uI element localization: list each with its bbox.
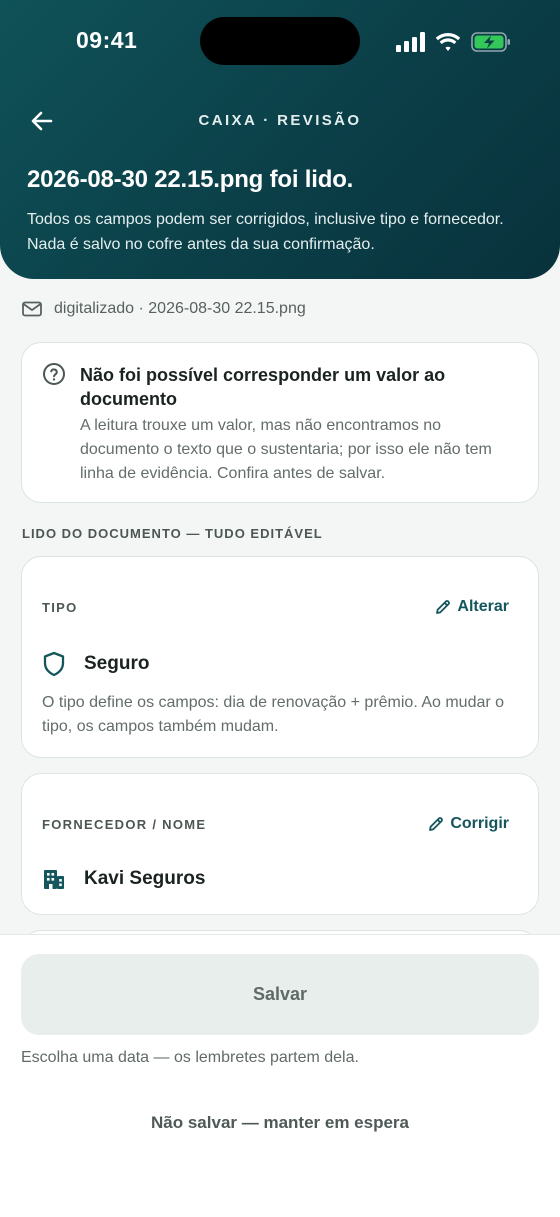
evidence-alert-card: Não foi possível corresponder um valor a… <box>21 342 539 503</box>
building-icon <box>44 870 64 889</box>
vendor-field-label: FORNECEDOR / NOME <box>42 817 207 832</box>
question-circle-icon <box>43 363 65 385</box>
type-hint: O tipo define os campos: dia de renovaçã… <box>42 694 505 735</box>
status-icons <box>396 28 511 56</box>
type-value: Seguro <box>42 651 149 677</box>
vendor-value: Kavi Seguros <box>42 868 205 890</box>
alert-title: Não foi possível corresponder um valor a… <box>80 365 446 409</box>
battery-charging-icon <box>471 32 510 52</box>
keep-on-hold-button[interactable]: Não salvar — manter em espera <box>0 1113 560 1133</box>
save-helper-text: Escolha uma data — os lembretes partem d… <box>21 1049 359 1066</box>
page-title: 2026-08-30 22.15.png foi lido. <box>27 166 354 193</box>
save-button[interactable]: Salvar <box>21 954 539 1035</box>
nav-title: CAIXA · REVISÃO <box>198 112 362 129</box>
action-sheet: Salvar Escolha uma data — os lembretes p… <box>0 934 560 1217</box>
type-field-label: TIPO <box>42 600 78 615</box>
vendor-field-card: FORNECEDOR / NOME Corrigir Kavi Seguros <box>21 773 539 915</box>
correct-vendor-label: Corrigir <box>450 815 509 832</box>
status-bar: 09:41 <box>0 0 560 84</box>
status-time: 09:41 <box>76 27 138 53</box>
source-text: digitalizado · 2026-08-30 22.15.png <box>54 300 306 317</box>
review-header: 09:41 CAIXA · REVISÃO 2026-08-30 22.15.p… <box>0 0 560 279</box>
change-type-button[interactable]: Alterar <box>435 598 509 616</box>
nav-bar: CAIXA · REVISÃO <box>0 100 560 142</box>
source-line: digitalizado · 2026-08-30 22.15.png <box>22 300 306 318</box>
correct-vendor-button[interactable]: Corrigir <box>428 815 509 833</box>
section-label: LIDO DO DOCUMENTO — TUDO EDITÁVEL <box>22 526 323 541</box>
mail-icon <box>22 301 42 317</box>
vendor-value-text: Kavi Seguros <box>84 868 206 889</box>
shield-icon <box>43 651 65 677</box>
wifi-icon <box>435 33 461 51</box>
page-subtitle: Todos os campos podem ser corrigidos, in… <box>27 211 504 253</box>
type-value-text: Seguro <box>84 653 150 674</box>
type-field-card: TIPO Alterar Seguro O tipo define os cam… <box>21 556 539 758</box>
pencil-icon <box>436 600 451 614</box>
dynamic-island <box>200 17 360 65</box>
alert-body: A leitura trouxe um valor, mas não encon… <box>80 417 492 482</box>
pencil-icon <box>429 817 444 831</box>
signal-icon <box>396 32 425 52</box>
change-type-label: Alterar <box>457 598 509 615</box>
